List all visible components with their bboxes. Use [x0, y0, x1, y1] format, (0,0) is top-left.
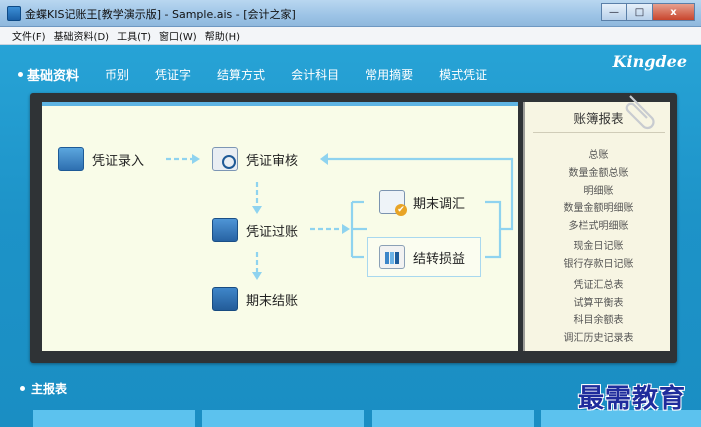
maximize-button[interactable]: □ — [627, 3, 653, 21]
voucher-post-item[interactable]: 凭证过账 — [212, 218, 298, 242]
nav-item-accounts[interactable]: 会计科目 — [291, 66, 339, 83]
nav-item-settlement[interactable]: 结算方式 — [217, 66, 265, 83]
report-qty-amount-subsidiary[interactable]: 数量金额明细账 — [525, 199, 672, 214]
voucher-entry-item[interactable]: 凭证录入 — [58, 147, 144, 171]
reports-divider — [533, 132, 665, 133]
watermark-text: 最需教育 — [578, 384, 687, 414]
brand-logo: Kingdee — [612, 52, 687, 71]
report-bank-journal[interactable]: 银行存款日记账 — [525, 255, 672, 270]
voucher-post-label: 凭证过账 — [246, 224, 299, 240]
computer-icon — [212, 218, 238, 242]
nav-item-currency[interactable]: 币别 — [105, 66, 129, 83]
voucher-audit-item[interactable]: 凭证审核 — [212, 147, 298, 171]
menu-file[interactable]: 文件(F) — [12, 28, 46, 43]
main-reports-heading: 主报表 — [20, 380, 67, 397]
report-tile-3[interactable] — [372, 410, 534, 427]
section-bullet-icon — [20, 386, 25, 391]
title-bar: 金蝶KIS记账王[教学演示版] - Sample.ais - [会计之家] — … — [0, 0, 701, 27]
window-title: 金蝶KIS记账王[教学演示版] - Sample.ais - [会计之家] — [25, 8, 296, 21]
voucher-entry-icon — [58, 147, 84, 171]
report-cash-journal[interactable]: 现金日记账 — [525, 237, 672, 252]
app-icon — [7, 6, 21, 21]
paper-clip-icon — [625, 95, 655, 130]
menu-help[interactable]: 帮助(H) — [205, 28, 240, 43]
period-close-label: 期末结账 — [246, 293, 299, 309]
period-adjust-item[interactable]: 期末调汇 — [379, 190, 466, 216]
report-voucher-summary[interactable]: 凭证汇总表 — [525, 276, 672, 291]
profit-transfer-item[interactable]: 结转损益 — [379, 245, 465, 269]
menu-tools[interactable]: 工具(T) — [117, 28, 151, 43]
report-exchange-history[interactable]: 调汇历史记录表 — [525, 329, 672, 344]
report-trial-balance[interactable]: 试算平衡表 — [525, 294, 672, 309]
nav-item-basic-data[interactable]: 基础资料 — [27, 65, 79, 84]
calculator-chart-icon — [379, 245, 405, 269]
voucher-audit-label: 凭证审核 — [246, 153, 299, 169]
nav-item-voucher-word[interactable]: 凭证字 — [155, 66, 191, 83]
report-multi-column-subsidiary[interactable]: 多栏式明细账 — [525, 217, 672, 232]
ledger-icon — [212, 287, 238, 311]
report-tile-2[interactable] — [202, 410, 364, 427]
menu-window[interactable]: 窗口(W) — [159, 28, 197, 43]
nav-bullet-icon — [18, 71, 23, 77]
report-tile-1[interactable] — [33, 410, 195, 427]
window-controls: — □ x — [601, 3, 695, 21]
main-reports-label: 主报表 — [31, 382, 68, 396]
menu-basic-data[interactable]: 基础资料(D) — [54, 28, 110, 43]
report-general-ledger[interactable]: 总账 — [525, 146, 672, 161]
envelope-check-icon — [379, 190, 407, 216]
reports-panel: 账簿报表 总账 数量金额总账 明细账 数量金额明细账 多栏式明细账 现金日记账 … — [523, 102, 670, 351]
report-account-balance[interactable]: 科目余额表 — [525, 311, 672, 326]
profit-transfer-label: 结转损益 — [413, 251, 466, 267]
nav-item-template-voucher[interactable]: 模式凭证 — [439, 66, 487, 83]
menu-bar: 文件(F) 基础资料(D) 工具(T) 窗口(W) 帮助(H) — [0, 27, 701, 45]
magnifier-document-icon — [212, 147, 238, 171]
period-adjust-label: 期末调汇 — [413, 196, 466, 212]
basic-data-nav: 基础资料 币别 凭证字 结算方式 会计科目 常用摘要 模式凭证 — [18, 62, 513, 86]
report-subsidiary-ledger[interactable]: 明细账 — [525, 182, 672, 197]
report-qty-amount-ledger[interactable]: 数量金额总账 — [525, 164, 672, 179]
period-close-item[interactable]: 期末结账 — [212, 287, 298, 311]
minimize-button[interactable]: — — [601, 3, 627, 21]
close-button[interactable]: x — [653, 3, 695, 21]
voucher-entry-label: 凭证录入 — [92, 153, 145, 169]
nav-item-summary[interactable]: 常用摘要 — [365, 66, 413, 83]
